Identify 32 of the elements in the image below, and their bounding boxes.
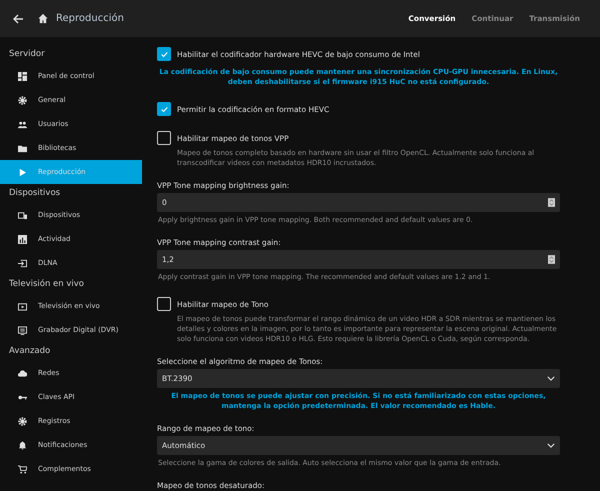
tv-icon <box>18 302 27 310</box>
chevron-down-icon <box>547 376 555 381</box>
dashboard-icon <box>18 72 27 80</box>
monitor-icon <box>18 326 27 334</box>
users-icon <box>18 120 27 128</box>
chevron-down-icon <box>547 443 555 448</box>
gear-icon <box>18 416 27 426</box>
home-icon[interactable] <box>37 13 49 24</box>
sidebar-heading: Dispositivos <box>8 187 62 200</box>
back-arrow-icon[interactable] <box>12 12 24 24</box>
sidebar-heading: Televisión en vivo <box>8 278 85 291</box>
checkbox[interactable] <box>157 102 171 116</box>
checkmark-icon <box>160 104 168 114</box>
devices-icon <box>18 210 27 220</box>
spinner-icon[interactable] <box>548 255 555 264</box>
checkmark-icon <box>160 50 168 58</box>
bell-icon <box>18 440 27 450</box>
spinner-icon[interactable] <box>548 198 555 207</box>
sidebar-heading: Servidor <box>8 48 46 61</box>
page-title: Reproducción <box>56 13 124 24</box>
gear-icon <box>18 96 27 104</box>
chart-icon <box>18 234 27 244</box>
cart-icon <box>18 464 27 474</box>
key-icon <box>18 392 27 402</box>
input-icon <box>18 258 27 268</box>
sidebar-heading: Avanzado <box>8 345 52 358</box>
checkbox[interactable] <box>157 131 171 145</box>
checkbox[interactable] <box>157 47 171 61</box>
cloud-icon <box>18 368 27 378</box>
checkbox[interactable] <box>157 297 171 311</box>
folder-icon <box>18 144 27 152</box>
play-icon <box>18 168 27 176</box>
